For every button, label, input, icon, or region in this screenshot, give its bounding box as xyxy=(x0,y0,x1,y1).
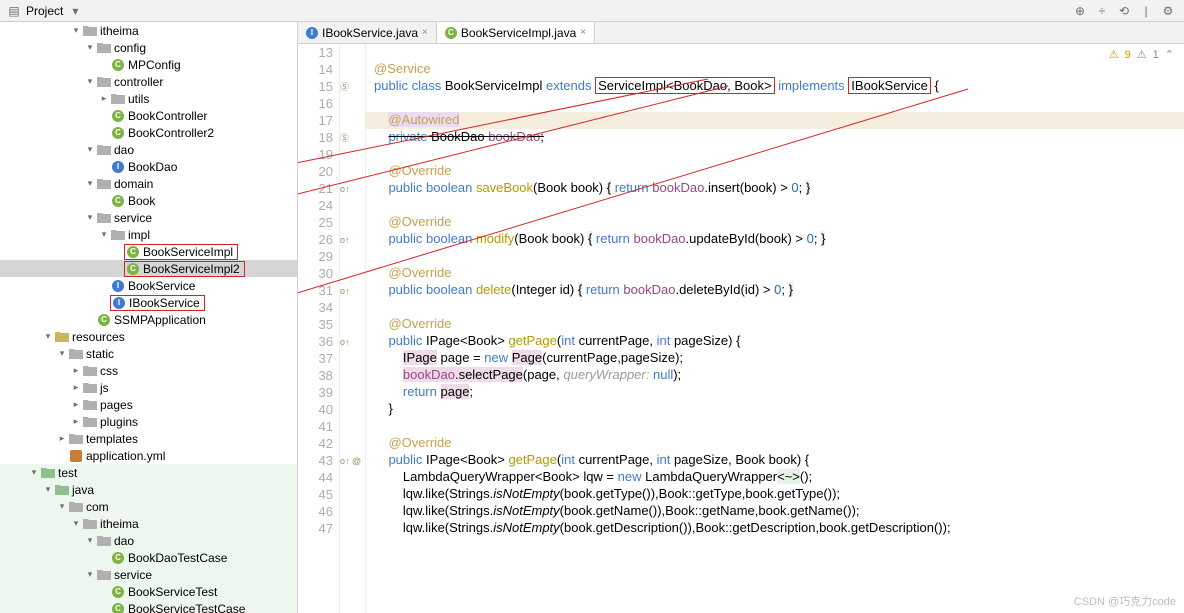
project-tree[interactable]: ▾itheima▾configCMPConfig▾controller▸util… xyxy=(0,22,298,613)
tree-node[interactable]: CSSMPApplication xyxy=(0,311,297,328)
tree-node[interactable]: IBookDao xyxy=(0,158,297,175)
folder-icon xyxy=(96,41,112,55)
editor-tabs: IIBookService.java×CBookServiceImpl.java… xyxy=(298,22,1184,44)
class-icon: C xyxy=(110,602,126,613)
dropdown-icon[interactable]: ▾ xyxy=(67,3,83,19)
tree-node[interactable]: ▸plugins xyxy=(0,413,297,430)
tree-node[interactable]: ▸js xyxy=(0,379,297,396)
project-icon: ▤ xyxy=(6,3,22,19)
watermark: CSDN @巧克力code xyxy=(1074,593,1176,609)
project-header: ▤ Project ▾ ⊕ ÷ ⟲ | ⚙ xyxy=(0,0,1184,22)
class-icon: C xyxy=(110,58,126,72)
code-editor[interactable]: 1314151617181920212425262930313435363738… xyxy=(298,44,1184,613)
refresh-icon[interactable]: ⟲ xyxy=(1116,3,1132,19)
tree-node[interactable]: ▾com xyxy=(0,498,297,515)
close-icon[interactable]: × xyxy=(580,27,586,38)
folder-icon xyxy=(82,24,98,38)
tree-node[interactable]: CBookController xyxy=(0,107,297,124)
folder-icon xyxy=(96,534,112,548)
tree-node[interactable]: ▸templates xyxy=(0,430,297,447)
class-icon: C xyxy=(110,126,126,140)
tree-node[interactable]: ▾test xyxy=(0,464,297,481)
tree-node[interactable]: ▾impl xyxy=(0,226,297,243)
folder-icon xyxy=(96,143,112,157)
folder-t-icon xyxy=(54,483,70,497)
tree-node[interactable]: ▾controller xyxy=(0,73,297,90)
inspection-summary[interactable]: ⚠9 ⚠1 ⌃ xyxy=(1109,48,1174,61)
tree-node[interactable]: ▾service xyxy=(0,209,297,226)
class-icon: C xyxy=(110,551,126,565)
folder-icon xyxy=(82,364,98,378)
tree-node[interactable]: ▾dao xyxy=(0,141,297,158)
tree-node[interactable]: ▾java xyxy=(0,481,297,498)
interface-icon: I xyxy=(110,160,126,174)
folder-icon xyxy=(82,517,98,531)
target-icon[interactable]: ⊕ xyxy=(1072,3,1088,19)
editor-tab[interactable]: IIBookService.java× xyxy=(298,22,437,43)
folder-icon xyxy=(82,415,98,429)
tree-node[interactable]: ▾dao xyxy=(0,532,297,549)
tree-node[interactable]: CBookDaoTestCase xyxy=(0,549,297,566)
tree-node[interactable]: CBookServiceTestCase xyxy=(0,600,297,613)
tree-node[interactable]: application.yml xyxy=(0,447,297,464)
tree-node[interactable]: ▸css xyxy=(0,362,297,379)
tree-node[interactable]: ▾static xyxy=(0,345,297,362)
folder-icon xyxy=(110,92,126,106)
folder-icon xyxy=(110,228,126,242)
tree-node[interactable]: CBookServiceImpl2 xyxy=(0,260,297,277)
folder-icon xyxy=(68,347,84,361)
class-icon: C xyxy=(110,194,126,208)
tree-node[interactable]: ▾itheima xyxy=(0,22,297,39)
folder-icon xyxy=(96,211,112,225)
folder-icon xyxy=(68,500,84,514)
close-icon[interactable]: × xyxy=(422,27,428,38)
class-icon: C xyxy=(96,313,112,327)
folder-icon xyxy=(68,432,84,446)
folder-t-icon xyxy=(40,466,56,480)
tree-node[interactable]: CBook xyxy=(0,192,297,209)
tree-node[interactable]: CBookServiceImpl xyxy=(0,243,297,260)
folder-icon xyxy=(82,381,98,395)
class-icon: C xyxy=(110,109,126,123)
project-label: Project xyxy=(26,4,63,18)
tree-node[interactable]: ▾domain xyxy=(0,175,297,192)
tree-node[interactable]: ▾resources xyxy=(0,328,297,345)
folder-g-icon xyxy=(54,330,70,344)
tree-node[interactable]: ▾service xyxy=(0,566,297,583)
divide-icon[interactable]: ÷ xyxy=(1094,3,1110,19)
tree-node[interactable]: CBookServiceTest xyxy=(0,583,297,600)
separator: | xyxy=(1138,3,1154,19)
tree-node[interactable]: CMPConfig xyxy=(0,56,297,73)
folder-icon xyxy=(96,177,112,191)
yml-icon xyxy=(68,449,84,463)
folder-icon xyxy=(82,398,98,412)
tree-node[interactable]: ▾itheima xyxy=(0,515,297,532)
tree-node[interactable]: CBookController2 xyxy=(0,124,297,141)
interface-icon: I xyxy=(110,279,126,293)
folder-icon xyxy=(96,568,112,582)
class-icon: C xyxy=(110,585,126,599)
tree-node[interactable]: ▸utils xyxy=(0,90,297,107)
gear-icon[interactable]: ⚙ xyxy=(1160,3,1176,19)
folder-icon xyxy=(96,75,112,89)
tree-node[interactable]: IIBookService xyxy=(0,294,297,311)
tree-node[interactable]: ▸pages xyxy=(0,396,297,413)
tree-node[interactable]: IBookService xyxy=(0,277,297,294)
tree-node[interactable]: ▾config xyxy=(0,39,297,56)
editor-tab[interactable]: CBookServiceImpl.java× xyxy=(437,22,595,43)
